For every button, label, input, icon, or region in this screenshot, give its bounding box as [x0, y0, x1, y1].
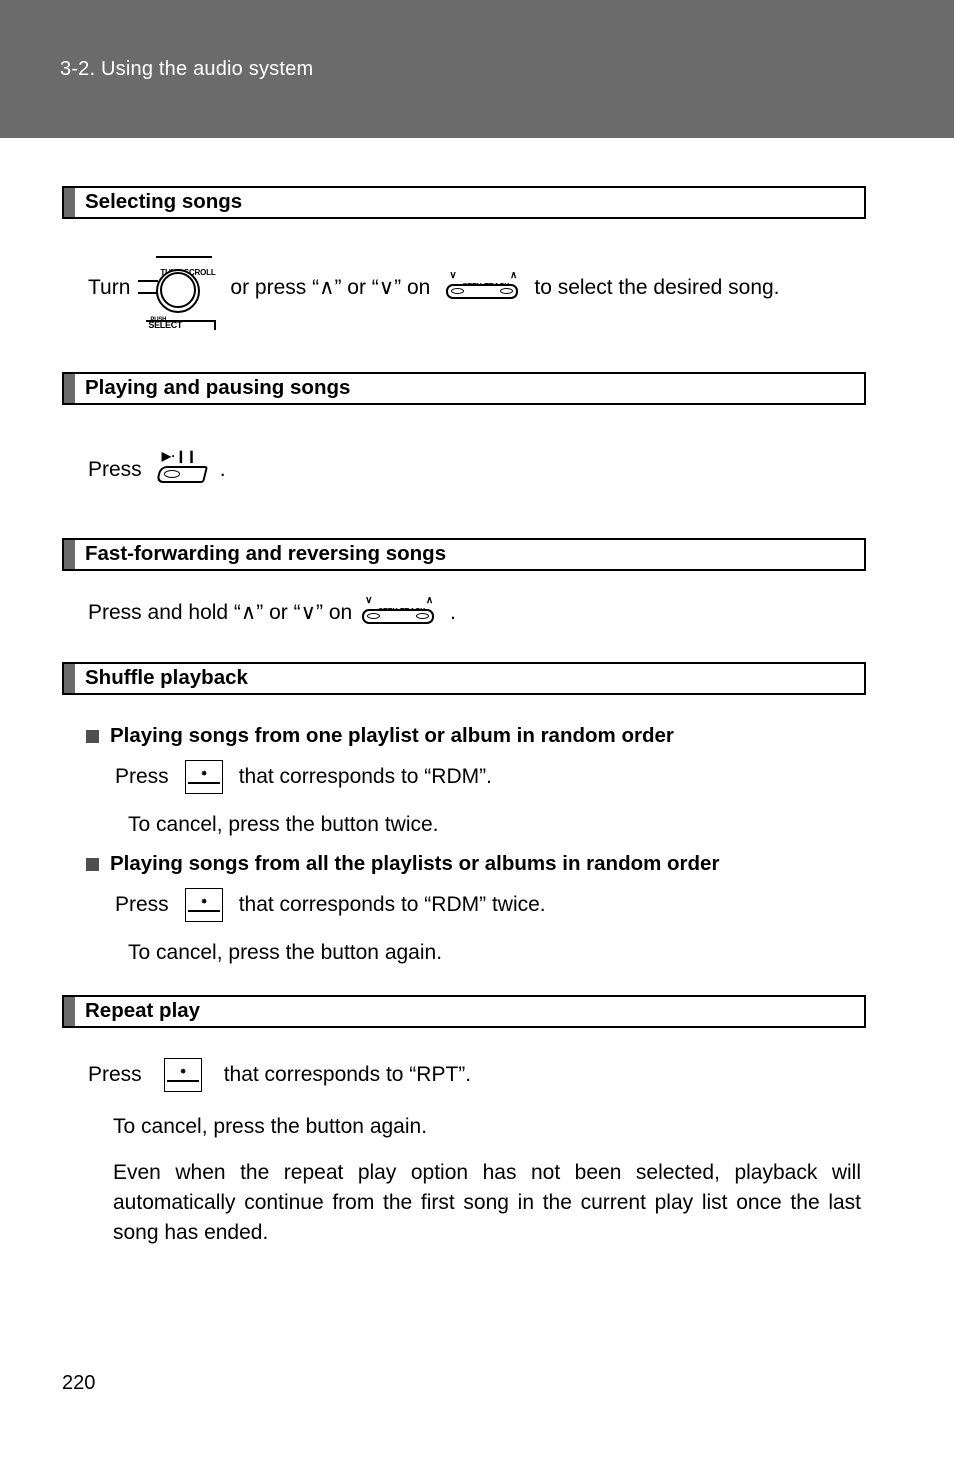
- shuffle-bullet-1-instruction: Press ✸ that corresponds to “RDM”.: [115, 758, 945, 796]
- seek-track-caret-up-icon: ∧: [510, 270, 518, 281]
- instruction-tail-text: that corresponds to “RDM”.: [238, 765, 492, 788]
- seek-track-caret-down-icon: ∨: [365, 595, 373, 606]
- instruction-lead-text: Press: [115, 893, 169, 916]
- bullet-square-icon: [86, 729, 99, 743]
- seek-track-button-icon: ∨ SEEK·TRACK ∧: [360, 596, 436, 630]
- instruction-tail-text: to select the desired song.: [534, 276, 780, 299]
- section-tab-marker: [64, 540, 75, 569]
- instruction-tail-text: that corresponds to “RDM” twice.: [238, 893, 546, 916]
- shuffle-bullet-1-note: To cancel, press the button twice.: [128, 813, 439, 836]
- page-number: 220: [62, 1372, 96, 1394]
- seek-track-button-icon: ∨ SEEK·TRACK ∧: [444, 271, 520, 305]
- section-shuffle-playback: Shuffle playback: [0, 662, 954, 695]
- play-pause-button-icon: ▶·❙❙: [155, 449, 212, 490]
- knob-select-label: SELECT: [148, 320, 183, 330]
- instruction-tail-text: .: [219, 458, 226, 481]
- section-tab-marker: [64, 188, 75, 217]
- shuffle-bullet-2-heading: Playing songs from all the playlists or …: [86, 852, 946, 876]
- instruction-lead-text: Turn: [88, 276, 131, 299]
- section-tab-marker: [64, 664, 75, 693]
- preset-square-dot: ✸: [200, 897, 208, 906]
- playing-pausing-instruction: Press ▶·❙❙ .: [88, 450, 948, 490]
- fast-forward-reverse-instruction: Press and hold “∧” or “∨” on ∨ SEEK·TRAC…: [88, 596, 948, 630]
- repeat-play-note-cancel: To cancel, press the button again.: [113, 1115, 428, 1138]
- instruction-lead-text: Press: [88, 1063, 142, 1086]
- bullet-heading-text: Playing songs from one playlist or album…: [110, 724, 674, 747]
- instruction-mid-text: or press “∧” or “∨” on: [230, 276, 431, 299]
- preset-square-button-icon: ✸: [183, 758, 225, 796]
- instruction-lead-text: Press and hold “∧” or “∨” on: [88, 601, 353, 624]
- section-tab-marker: [64, 997, 75, 1026]
- section-title: Selecting songs: [85, 190, 243, 214]
- section-fast-forward-reverse: Fast-forwarding and reversing songs: [0, 538, 954, 571]
- section-title: Repeat play: [85, 999, 201, 1023]
- knob-stem-upper: [138, 280, 159, 282]
- section-title: Playing and pausing songs: [85, 376, 351, 400]
- section-selecting-songs: Selecting songs: [0, 186, 954, 219]
- section-title: Fast-forwarding and reversing songs: [85, 542, 447, 566]
- section-header-bar: Selecting songs: [62, 186, 866, 219]
- knob-bottom-tick: [214, 320, 217, 330]
- bullet-heading-text: Playing songs from all the playlists or …: [110, 852, 720, 875]
- preset-square-line: [166, 1080, 199, 1082]
- preset-square-line: [187, 910, 220, 912]
- tune-scroll-knob-icon: TUNE-SCROLL PUSH SELECT: [138, 248, 222, 330]
- knob-stem-lower: [138, 292, 159, 294]
- instruction-tail-text: .: [450, 601, 457, 624]
- preset-square-dot: ✸: [200, 769, 208, 778]
- shuffle-bullet-1-heading: Playing songs from one playlist or album…: [86, 724, 946, 748]
- section-title: Shuffle playback: [85, 666, 248, 690]
- section-header-bar: Fast-forwarding and reversing songs: [62, 538, 866, 571]
- seek-track-caret-down-icon: ∨: [449, 270, 457, 281]
- shuffle-bullet-2-instruction: Press ✸ that corresponds to “RDM” twice.: [115, 886, 945, 924]
- section-header-bar: Shuffle playback: [62, 662, 866, 695]
- play-pause-oval: [163, 470, 180, 478]
- page-header-band: 3-2. Using the audio system: [0, 0, 954, 138]
- preset-square-button-icon: ✸: [162, 1056, 204, 1094]
- section-playing-pausing-songs: Playing and pausing songs: [0, 372, 954, 405]
- selecting-songs-instruction: Turn TUNE-SCROLL PUSH SELECT or press “∧…: [88, 248, 948, 330]
- bullet-square-icon: [86, 857, 99, 871]
- section-header-bar: Playing and pausing songs: [62, 372, 866, 405]
- play-pause-symbols: ▶·❙❙: [161, 449, 198, 463]
- seek-track-caret-up-icon: ∧: [425, 595, 434, 606]
- section-header-bar: Repeat play: [62, 995, 866, 1028]
- instruction-tail-text: that corresponds to “RPT”.: [223, 1063, 472, 1086]
- page-header-title: 3-2. Using the audio system: [60, 58, 314, 80]
- knob-bottom-line: [146, 320, 217, 322]
- preset-square-button-icon: ✸: [183, 886, 225, 924]
- repeat-play-instruction: Press ✸ that corresponds to “RPT”.: [88, 1056, 938, 1094]
- instruction-lead-text: Press: [115, 765, 169, 788]
- shuffle-bullet-2-note: To cancel, press the button again.: [128, 941, 443, 964]
- preset-square-dot: ✸: [179, 1067, 187, 1076]
- instruction-lead-text: Press: [88, 458, 142, 481]
- preset-square-line: [187, 782, 220, 784]
- section-repeat-play: Repeat play: [0, 995, 954, 1028]
- section-tab-marker: [64, 374, 75, 403]
- repeat-play-note-auto-continue: Even when the repeat play option has not…: [113, 1161, 861, 1244]
